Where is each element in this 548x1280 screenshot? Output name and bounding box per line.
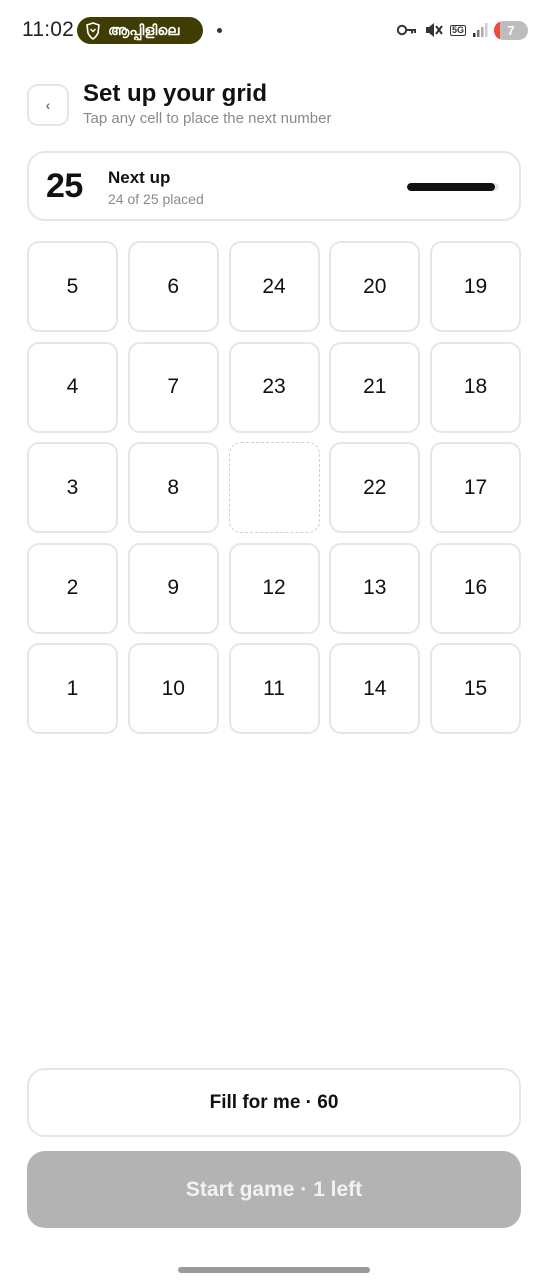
fill-for-me-button[interactable]: Fill for me · 60 <box>27 1068 521 1137</box>
shield-icon <box>86 21 100 40</box>
grid-cell[interactable]: 12 <box>228 542 320 634</box>
back-button[interactable]: ‹ <box>27 84 69 126</box>
signal-icon <box>473 23 488 37</box>
next-up-label: Next up <box>108 168 171 187</box>
grid-cell[interactable]: 24 <box>228 241 320 332</box>
grid-cell[interactable]: 11 <box>228 643 320 734</box>
placement-progress-fill <box>407 183 496 191</box>
notification-dot <box>217 28 222 33</box>
grid-cell[interactable]: 18 <box>430 341 521 433</box>
grid-cell[interactable]: 20 <box>329 241 421 332</box>
grid-cell[interactable]: 23 <box>228 341 320 433</box>
key-icon <box>396 24 416 36</box>
grid-cell[interactable]: 14 <box>329 643 421 734</box>
grid-cell[interactable]: 2 <box>27 542 118 634</box>
grid-cell[interactable]: 1 <box>27 643 118 734</box>
placed-count: 24 of 25 placed <box>108 191 204 207</box>
page-title: Set up your grid <box>83 80 268 107</box>
grid-cell[interactable]: 21 <box>329 341 421 433</box>
start-game-button[interactable]: Start game · 1 left <box>27 1151 521 1228</box>
grid-cell[interactable]: 17 <box>430 442 521 533</box>
grid-cell[interactable]: 15 <box>430 643 521 734</box>
grid-cell[interactable]: 16 <box>430 542 521 634</box>
mute-icon <box>425 23 443 37</box>
grid-cell-empty[interactable] <box>228 442 320 533</box>
grid-cell[interactable]: 10 <box>127 643 219 734</box>
status-icons: 5G 7 <box>396 19 528 41</box>
status-bar: 11:02 ആപ്പിളിലെ 5G 7 <box>0 0 548 60</box>
battery-icon: 7 <box>494 20 528 40</box>
app-indicator-label: ആപ്പിളിലെ <box>108 22 180 38</box>
grid-cell[interactable]: 22 <box>329 442 421 533</box>
battery-level: 7 <box>507 22 515 38</box>
home-indicator[interactable] <box>178 1267 370 1273</box>
next-number: 25 <box>46 167 83 205</box>
page-subtitle: Tap any cell to place the next number <box>83 110 332 127</box>
next-up-card: 25 Next up 24 of 25 placed <box>27 151 521 221</box>
grid-cell[interactable]: 9 <box>127 542 219 634</box>
grid-cell[interactable]: 3 <box>27 442 118 533</box>
grid-cell[interactable]: 13 <box>329 542 421 634</box>
grid-cell[interactable]: 4 <box>27 341 118 433</box>
grid-cell[interactable]: 19 <box>430 241 521 332</box>
status-time: 11:02 <box>22 18 74 41</box>
grid-cell[interactable]: 5 <box>27 241 118 332</box>
chevron-left-icon: ‹ <box>45 97 51 113</box>
grid-cell[interactable]: 8 <box>127 442 219 533</box>
network-5g-icon: 5G <box>449 24 466 36</box>
grid-cell[interactable]: 6 <box>127 241 219 332</box>
placement-progress-bar <box>407 183 499 191</box>
number-grid: 5 6 24 20 19 4 7 23 21 18 3 8 22 17 2 9 12 13 16 1 10 11 14 15 <box>27 241 521 734</box>
grid-cell[interactable]: 7 <box>127 341 219 433</box>
app-indicator-pill[interactable]: ആപ്പിളിലെ <box>77 17 203 44</box>
